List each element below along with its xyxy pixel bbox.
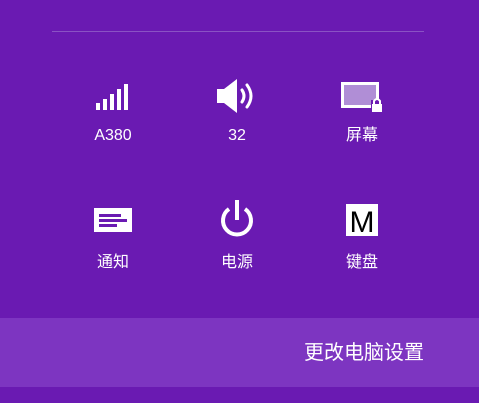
screen-lock-icon: [314, 78, 410, 114]
network-tile[interactable]: A380: [65, 78, 161, 168]
keyboard-tile[interactable]: M 键盘: [314, 200, 410, 290]
notifications-tile[interactable]: 通知: [65, 200, 161, 290]
screen-label: 屏幕: [345, 127, 378, 144]
power-label: 电源: [220, 254, 253, 271]
bottom-strip: [0, 387, 479, 403]
network-label: A380: [94, 127, 132, 144]
keyboard-label: 键盘: [345, 254, 378, 271]
signal-bars-icon: [65, 78, 161, 114]
change-pc-settings-button[interactable]: 更改电脑设置: [0, 318, 479, 387]
speaker-icon: [189, 78, 285, 114]
notification-icon: [65, 202, 161, 238]
top-divider: [52, 31, 424, 32]
volume-label: 32: [228, 127, 246, 144]
screen-tile[interactable]: 屏幕: [314, 78, 410, 168]
notifications-label: 通知: [96, 254, 129, 271]
change-pc-settings-label: 更改电脑设置: [304, 342, 424, 364]
power-icon: [189, 200, 285, 238]
power-tile[interactable]: 电源: [189, 200, 285, 290]
keyboard-m-icon: M: [314, 202, 410, 238]
keyboard-m-glyph: M: [350, 206, 375, 238]
volume-tile[interactable]: 32: [189, 78, 285, 168]
